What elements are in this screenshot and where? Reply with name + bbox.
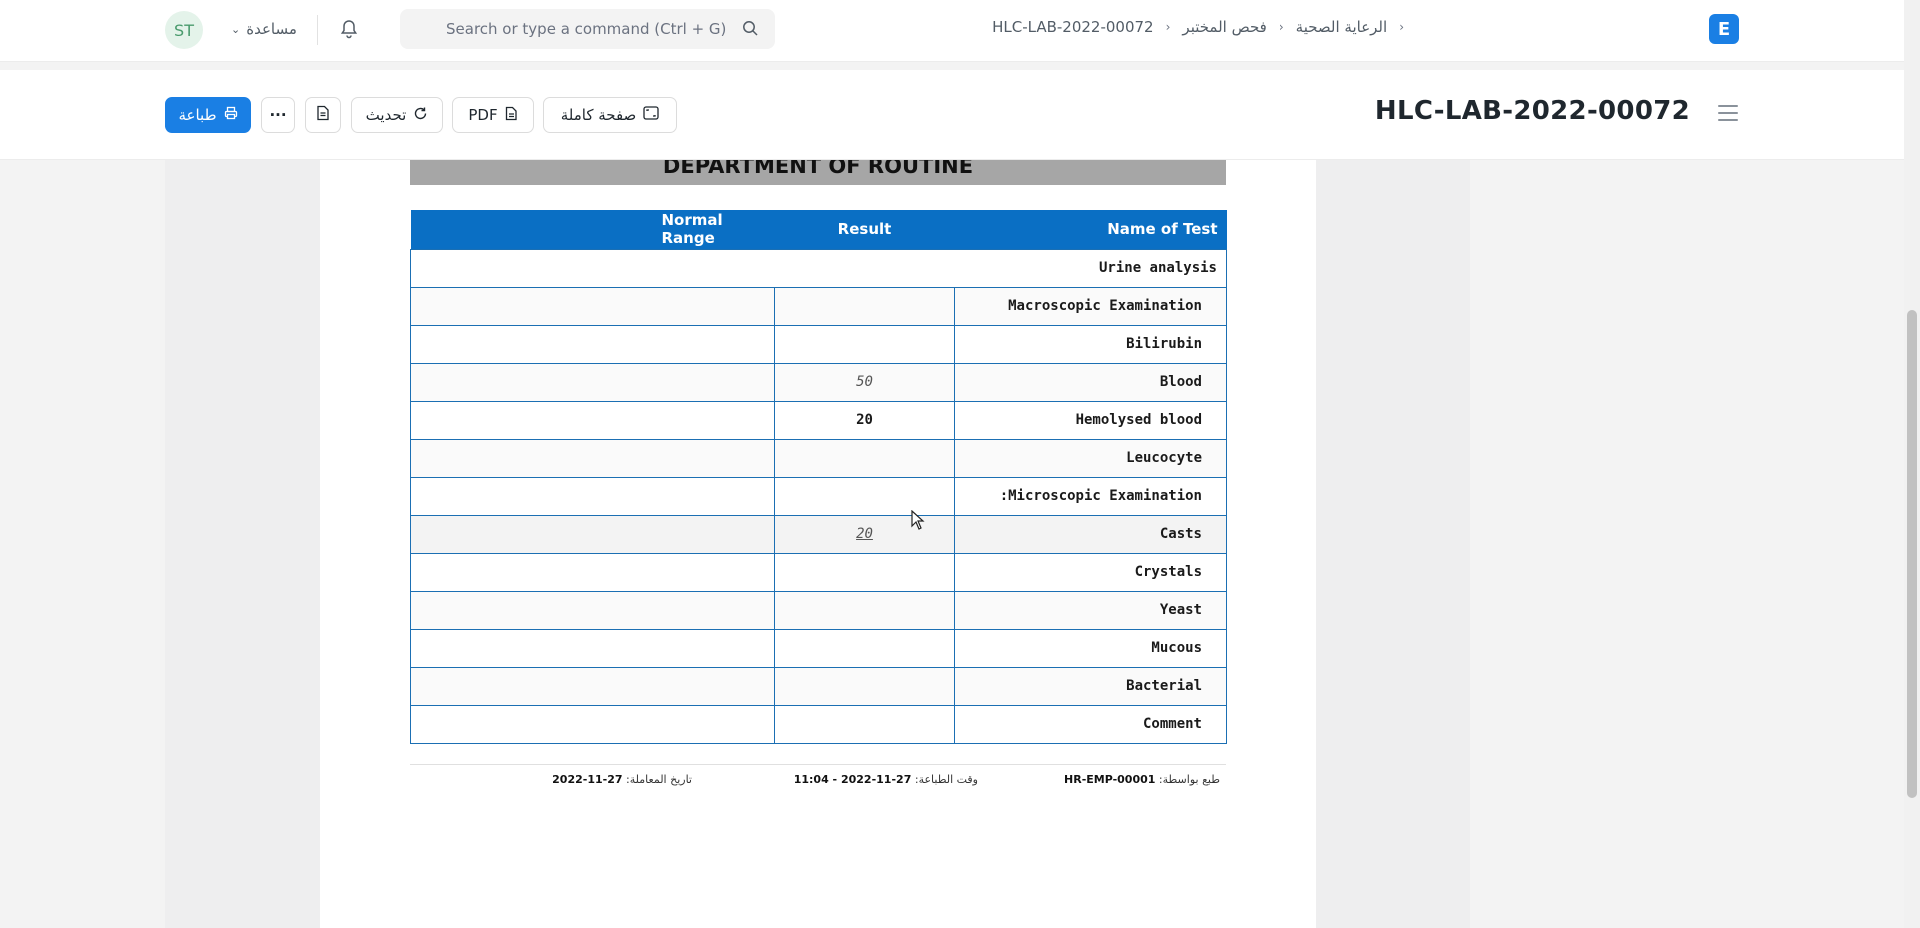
test-result: 50 (774, 362, 955, 402)
scrollbar-thumb[interactable] (1907, 310, 1917, 798)
search-placeholder: Search or type a command (Ctrl + G) (446, 20, 727, 38)
help-dropdown[interactable]: ⌄ مساعدة (231, 19, 297, 39)
pdf-label: PDF (468, 106, 498, 124)
chevron-left-icon: ‹ (1165, 20, 1171, 34)
test-range (410, 438, 775, 478)
test-result (774, 666, 955, 706)
full-page-button[interactable]: صفحة كاملة (543, 97, 677, 133)
test-name: Crystals (954, 552, 1227, 592)
breadcrumb-lab-test[interactable]: فحص المختبر (1182, 18, 1266, 36)
test-result (774, 476, 955, 516)
test-name: Microscopic Examination: (954, 476, 1227, 516)
test-name: Macroscopic Examination (954, 286, 1227, 326)
document-button[interactable] (305, 97, 341, 133)
transaction-date-value: 27-11-2022 (552, 773, 623, 786)
test-range (410, 324, 775, 364)
test-result (774, 704, 955, 744)
top-navbar: ST ⌄ مساعدة Search or type a command (Ct… (0, 0, 1904, 62)
test-result: 20 (774, 400, 955, 440)
test-range (410, 590, 775, 630)
test-result (774, 552, 955, 592)
refresh-button[interactable]: تحديث (351, 97, 443, 133)
test-name: Hemolysed blood (954, 400, 1227, 440)
column-header-name: Name of Test (954, 210, 1227, 249)
search-input[interactable]: Search or type a command (Ctrl + G) (400, 9, 775, 49)
more-actions-button[interactable]: ··· (261, 97, 295, 133)
print-time-value: 27-11-2022 - 11:04 (793, 773, 912, 786)
user-avatar[interactable]: ST (165, 11, 203, 49)
test-range (410, 400, 775, 440)
test-range (410, 552, 775, 592)
breadcrumb: ‹ الرعاية الصحية ‹ فحص المختبر ‹ HLC-LAB… (992, 18, 1404, 36)
test-name: Yeast (954, 590, 1227, 630)
menu-icon[interactable] (1718, 105, 1738, 123)
avatar-initials: ST (174, 20, 194, 40)
breadcrumb-healthcare[interactable]: الرعاية الصحية (1296, 18, 1388, 36)
test-range (410, 666, 775, 706)
test-range (410, 514, 775, 554)
navbar-divider (317, 15, 318, 45)
printed-by-label: طبع بواسطة: (1158, 773, 1220, 786)
mouse-cursor-icon (911, 509, 925, 534)
more-icon: ··· (269, 106, 287, 124)
test-name: Leucocyte (954, 438, 1227, 478)
help-label: مساعدة (246, 20, 297, 38)
expand-icon (643, 106, 659, 124)
test-name: Comment (954, 704, 1227, 744)
printed-by-value: HR-EMP-00001 (1064, 773, 1156, 786)
test-result: 20 (774, 514, 955, 554)
test-result (774, 590, 955, 630)
test-range (410, 286, 775, 326)
section-title: Urine analysis (410, 248, 1227, 288)
print-time-label: وقت الطباعة: (914, 773, 978, 786)
notification-bell-icon[interactable] (336, 16, 362, 42)
file-icon (505, 106, 518, 125)
app-logo[interactable]: E (1709, 14, 1739, 44)
refresh-icon (413, 106, 428, 125)
chevron-left-icon: ‹ (1278, 20, 1284, 34)
transaction-date-label: تاريخ المعاملة: (626, 773, 692, 786)
logo-letter: E (1717, 18, 1731, 40)
test-result (774, 438, 955, 478)
test-name: Bilirubin (954, 324, 1227, 364)
printer-icon (224, 106, 238, 124)
pdf-button[interactable]: PDF (452, 97, 534, 133)
chevron-down-icon: ⌄ (231, 22, 241, 36)
footer-print-time: وقت الطباعة: 27-11-2022 - 11:04 (794, 773, 978, 786)
test-range (410, 704, 775, 744)
department-title: DEPARTMENT OF ROUTINE (410, 160, 1226, 185)
print-button[interactable]: طباعة (165, 97, 251, 133)
page-header: طباعة ··· تحديث PDF صفحة كاملة HLC-LAB-2… (0, 70, 1904, 160)
print-label: طباعة (178, 106, 217, 124)
lab-results-table: Name of Test Result Normal Range Urine a… (410, 210, 1227, 744)
search-icon (742, 20, 759, 41)
test-range (410, 628, 775, 668)
test-result (774, 286, 955, 326)
footer-transaction-date: تاريخ المعاملة: 27-11-2022 (552, 773, 692, 786)
test-name: Bacterial (954, 666, 1227, 706)
test-name: Mucous (954, 628, 1227, 668)
page-title: HLC-LAB-2022-00072 (1374, 96, 1690, 126)
footer-printed-by: طبع بواسطة: HR-EMP-00001 (1064, 773, 1220, 786)
test-result (774, 628, 955, 668)
test-range (410, 476, 775, 516)
footer-divider (410, 764, 1226, 765)
test-name: Blood (954, 362, 1227, 402)
column-header-range: Normal Range (410, 210, 775, 249)
column-header-result: Result (774, 210, 955, 249)
full-page-label: صفحة كاملة (560, 106, 637, 124)
chevron-left-icon: ‹ (1399, 20, 1404, 34)
refresh-label: تحديث (365, 106, 407, 124)
document-icon (316, 105, 330, 125)
test-range (410, 362, 775, 402)
test-result (774, 324, 955, 364)
test-name: Casts (954, 514, 1227, 554)
breadcrumb-record[interactable]: HLC-LAB-2022-00072 (992, 18, 1154, 36)
